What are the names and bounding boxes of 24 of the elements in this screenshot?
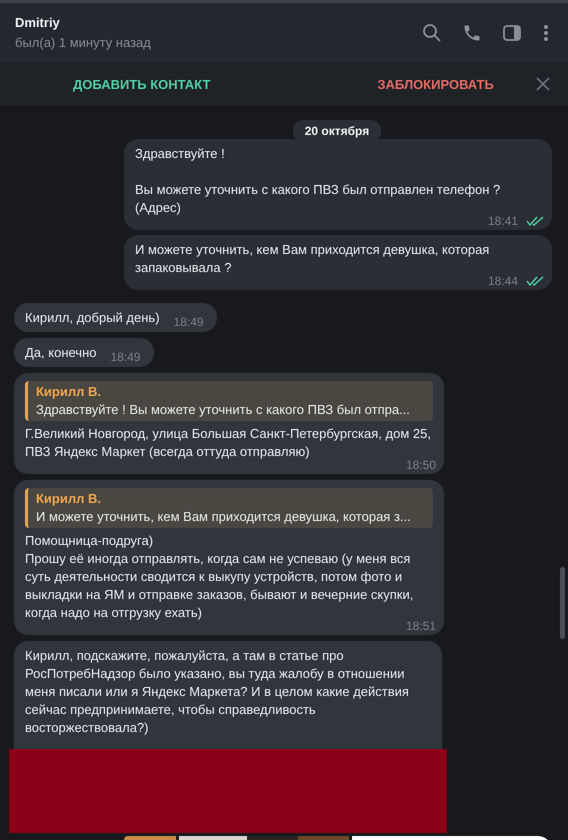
phone-icon[interactable] bbox=[462, 22, 482, 42]
message-text: Кирилл, добрый день) bbox=[25, 309, 160, 327]
message-text: Кирилл, подскажите, пожалуйста, а там в статье про РосПотребНадзор было указано, вы туда жалобу в отношении меня писали или я Яндекс Маркета? И в целом какие действия сейчас предпринимаете, чтобы справедливость восторжествовала?) bbox=[25, 647, 410, 737]
message-time: 18:44 bbox=[488, 273, 518, 290]
message-text: Да, конечно bbox=[25, 344, 96, 362]
last-seen-status: был(а) 1 минуту назад bbox=[15, 35, 151, 50]
date-badge: 20 октября bbox=[292, 120, 382, 142]
search-icon[interactable] bbox=[422, 22, 442, 42]
scrollbar-thumb[interactable] bbox=[560, 567, 565, 639]
message-time: 18:49 bbox=[110, 349, 141, 366]
reply-text: И можете уточнить, кем Вам приходится девушка, которая з... bbox=[36, 508, 412, 526]
add-contact-button[interactable]: ДОБАВИТЬ КОНТАКТ bbox=[67, 72, 216, 96]
reply-author: Кирилл В. bbox=[36, 383, 102, 401]
message-time: 18:49 bbox=[174, 314, 204, 331]
reply-quote[interactable]: Кирилл В. Здравствуйте ! Вы можете уточнить с какого ПВЗ был отпра... bbox=[25, 381, 433, 421]
message-text: И можете уточнить, кем Вам приходится девушка, которая запаковывала ? bbox=[135, 241, 490, 276]
reply-author: Кирилл В. bbox=[36, 490, 102, 508]
contact-name[interactable]: Dmitriy bbox=[15, 15, 60, 30]
reply-text: Здравствуйте ! Вы можете уточнить с какого ПВЗ был отпра... bbox=[36, 401, 411, 419]
block-button[interactable]: ЗАБЛОКИРОВАТЬ bbox=[371, 72, 500, 96]
reply-quote[interactable]: Кирилл В. И можете уточнить, кем Вам приходится девушка, которая з... bbox=[25, 488, 433, 528]
sidebar-toggle-icon[interactable] bbox=[502, 22, 522, 42]
more-options-icon[interactable] bbox=[542, 22, 550, 42]
close-icon[interactable] bbox=[536, 77, 550, 91]
